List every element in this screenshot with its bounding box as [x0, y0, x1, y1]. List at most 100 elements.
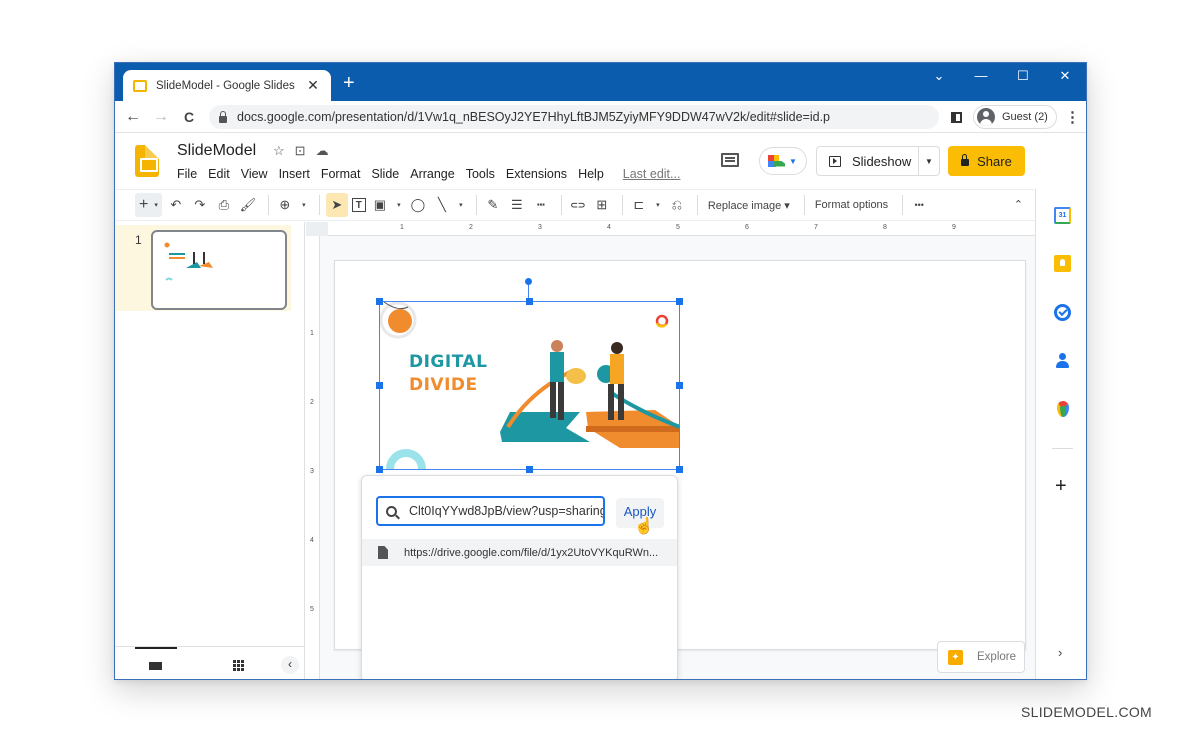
slide-title-line1: DIGITAL [409, 352, 488, 372]
zoom-button[interactable]: ⊕ [275, 193, 295, 217]
selected-image[interactable]: DIGITAL DIVIDE [376, 298, 683, 473]
image-caret[interactable]: ▾ [394, 193, 404, 217]
slideshow-button[interactable]: Slideshow [817, 147, 919, 175]
last-edit-link[interactable]: Last edit... [623, 167, 681, 181]
filmstrip-view-icon[interactable] [149, 662, 162, 670]
profile-label: Guest (2) [1002, 111, 1048, 123]
insert-link-button[interactable]: ⊂⊃ [568, 193, 588, 217]
rotation-handle[interactable] [525, 278, 532, 285]
resize-handle-bottom-right[interactable] [676, 466, 683, 473]
calendar-icon[interactable]: 31 [1054, 207, 1071, 224]
meet-button[interactable]: ▼ [759, 147, 807, 175]
side-panel-icon[interactable] [951, 112, 962, 123]
textbox-tool-button[interactable]: T [351, 198, 366, 212]
more-options-button[interactable]: ••• [909, 193, 929, 217]
new-tab-button[interactable]: + [343, 73, 355, 93]
line-caret[interactable]: ▾ [456, 193, 466, 217]
select-tool-button[interactable]: ➤ [325, 193, 348, 217]
collapse-filmstrip-icon[interactable]: ‹ [281, 656, 299, 674]
crop-button[interactable]: ⊏ [629, 193, 649, 217]
vertical-ruler[interactable]: 1 2 3 4 5 [306, 236, 320, 679]
crop-caret[interactable]: ▾ [653, 193, 663, 217]
document-title[interactable]: SlideModel [177, 142, 256, 160]
resize-handle-top-left[interactable] [376, 298, 383, 305]
url-suggestion-item[interactable]: https://drive.google.com/file/d/1yx2UtoV… [362, 539, 677, 566]
redo-button[interactable]: ↷ [190, 193, 210, 217]
close-window-button[interactable]: ✕ [1044, 63, 1086, 91]
ruler-label: 6 [745, 224, 749, 231]
new-slide-button[interactable]: + ▾ [135, 193, 162, 217]
file-icon [378, 546, 388, 559]
shape-tool-button[interactable]: ◯ [408, 193, 428, 217]
star-icon[interactable]: ☆ [273, 143, 285, 159]
ruler-label: 2 [310, 399, 314, 406]
replace-image-url-popup: Clt0IqYYwd8JpB/view?usp=sharing Apply ☝ … [361, 475, 678, 679]
profile-button[interactable]: Guest (2) [973, 105, 1057, 129]
hand-cursor-icon: ☝ [634, 518, 654, 535]
image-tool-button[interactable]: ▣ [370, 193, 390, 217]
border-weight-button[interactable]: ☰ [507, 193, 527, 217]
back-button[interactable]: ← [119, 108, 147, 126]
resize-handle-top-right[interactable] [676, 298, 683, 305]
border-color-button[interactable]: ✎ [483, 193, 503, 217]
browser-tab[interactable]: SlideModel - Google Slides ✕ [123, 70, 331, 101]
url-field[interactable]: docs.google.com/presentation/d/1Vw1q_nBE… [209, 105, 939, 129]
reload-button[interactable]: C [175, 109, 203, 125]
tab-close-icon[interactable]: ✕ [305, 77, 321, 94]
menu-edit[interactable]: Edit [208, 167, 230, 181]
resize-handle-bottom-left[interactable] [376, 466, 383, 473]
keep-icon[interactable] [1054, 255, 1071, 272]
contacts-icon[interactable] [1054, 352, 1071, 369]
move-folder-icon[interactable]: ⊡ [295, 143, 306, 159]
resize-handle-right[interactable] [676, 382, 683, 389]
horizontal-ruler[interactable]: 1 2 3 4 5 6 7 8 9 [328, 222, 1035, 236]
slide-thumbnail[interactable] [151, 230, 287, 310]
forward-button[interactable]: → [147, 108, 175, 126]
border-dash-button[interactable]: ┅ [531, 193, 551, 217]
collapse-toolbar-icon[interactable]: ⌃ [1014, 198, 1023, 211]
line-tool-button[interactable]: ╲ [432, 193, 452, 217]
toolbar-divider [560, 195, 562, 215]
add-comment-button[interactable]: ⊞ [592, 193, 612, 217]
cloud-status-icon[interactable]: ☁ [316, 143, 329, 159]
undo-button[interactable]: ↶ [166, 193, 186, 217]
replace-image-button[interactable]: Replace image ▾ [704, 193, 794, 217]
explore-button[interactable]: ✦ Explore [937, 641, 1025, 673]
expand-side-panel-icon[interactable]: › [1058, 645, 1062, 660]
comments-icon[interactable] [721, 153, 739, 167]
slideshow-options-caret[interactable]: ▼ [919, 157, 939, 166]
paint-format-button[interactable]: 🖌 [238, 193, 258, 217]
zoom-caret[interactable]: ▾ [299, 193, 309, 217]
get-add-ons-icon[interactable]: + [1055, 475, 1067, 498]
menu-insert[interactable]: Insert [279, 167, 310, 181]
slides-logo-icon[interactable] [135, 145, 159, 177]
menu-help[interactable]: Help [578, 167, 604, 181]
tab-title: SlideModel - Google Slides [156, 79, 295, 92]
menu-slide[interactable]: Slide [371, 167, 399, 181]
resize-handle-bottom[interactable] [526, 466, 533, 473]
menu-format[interactable]: Format [321, 167, 361, 181]
menu-view[interactable]: View [241, 167, 268, 181]
menu-arrange[interactable]: Arrange [410, 167, 454, 181]
menu-tools[interactable]: Tools [466, 167, 495, 181]
minimize-button[interactable]: — [960, 63, 1002, 91]
resize-handle-top[interactable] [526, 298, 533, 305]
tasks-icon[interactable] [1054, 304, 1071, 321]
share-button[interactable]: Share [948, 146, 1025, 176]
title-bar: SlideModel - Google Slides ✕ + ⌄ — ☐ ✕ [115, 63, 1086, 101]
maps-icon[interactable] [1057, 401, 1069, 417]
google-meet-icon [768, 154, 785, 168]
browser-menu-icon[interactable]: ⋮ [1065, 108, 1080, 126]
maximize-button[interactable]: ☐ [1002, 63, 1044, 91]
format-options-button[interactable]: Format options [811, 193, 892, 217]
print-button[interactable]: ⎙ [214, 193, 234, 217]
menu-file[interactable]: File [177, 167, 197, 181]
explore-icon: ✦ [948, 649, 963, 665]
reset-image-button[interactable]: ⎌ [667, 193, 687, 217]
menu-extensions[interactable]: Extensions [506, 167, 567, 181]
image-url-input[interactable]: Clt0IqYYwd8JpB/view?usp=sharing [376, 496, 605, 526]
tab-search-icon[interactable]: ⌄ [918, 63, 960, 91]
grid-view-icon[interactable] [233, 660, 245, 671]
resize-handle-left[interactable] [376, 382, 383, 389]
slide-thumbnail-item[interactable]: 1 [115, 225, 291, 311]
